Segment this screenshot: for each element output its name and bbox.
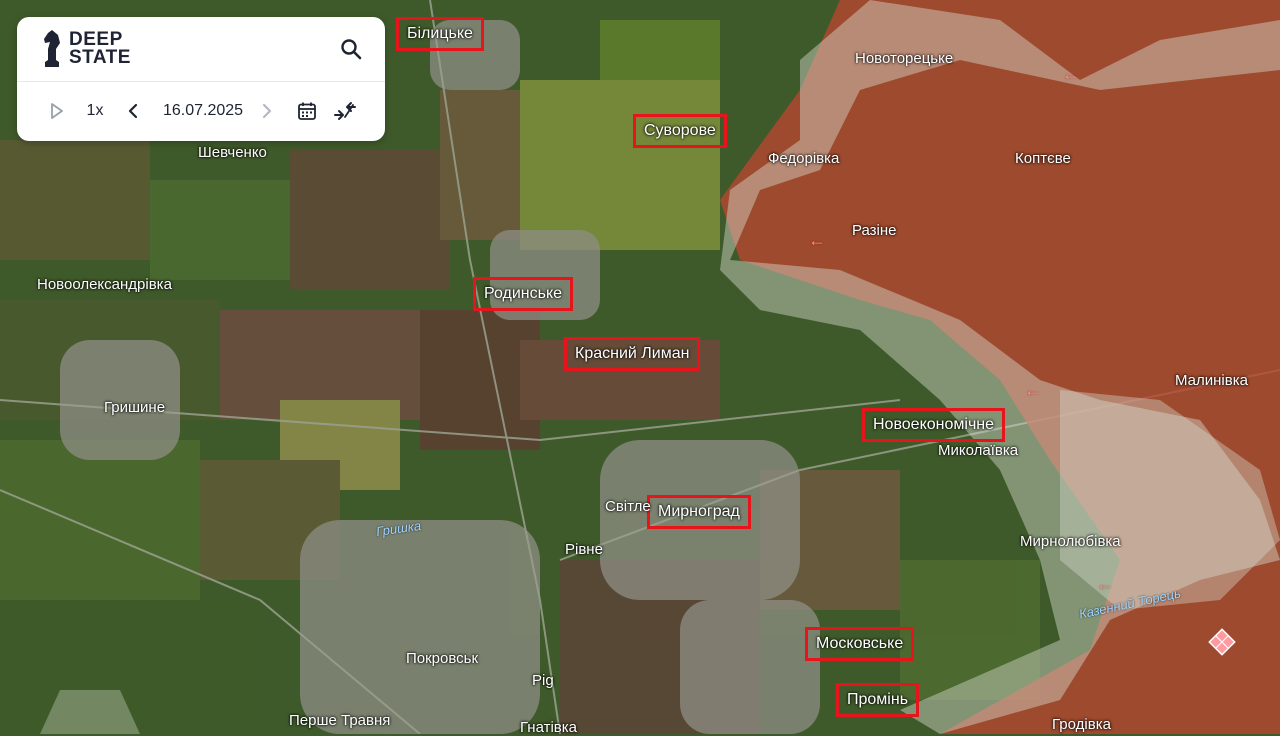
speed-button[interactable]: 1x — [81, 99, 109, 123]
arrow-left-icon: ← — [1062, 64, 1080, 84]
place-label: Гродівка — [1052, 716, 1111, 733]
place-label-myrnohrad: Мирноград — [647, 495, 751, 529]
place-label: Світле — [605, 498, 651, 515]
control-panel: DEEP STATE 1x 16.07.2025 — [17, 17, 385, 141]
place-label: Рівне — [565, 541, 603, 558]
timeline-controls: 1x 16.07.2025 — [17, 91, 385, 131]
place-label-promin: Промінь — [836, 683, 920, 717]
logo-text: DEEP STATE — [69, 30, 131, 68]
place-label: Федорівка — [768, 150, 840, 167]
knight-icon — [44, 30, 60, 67]
play-icon[interactable] — [47, 99, 67, 123]
place-label: Гришине — [104, 399, 166, 416]
place-label: Новоолександрівка — [37, 276, 172, 293]
deepstate-logo[interactable]: DEEP STATE — [41, 29, 131, 69]
place-label: Покровськ — [406, 650, 479, 667]
calendar-icon[interactable] — [296, 99, 318, 123]
place-label-bilytske: Білицьке — [396, 17, 484, 51]
place-label-krasnyi-lyman: Красний Лиман — [564, 337, 701, 371]
place-label: Коптєве — [1015, 150, 1071, 167]
place-label-suvorove: Суворове — [633, 114, 727, 148]
compare-icon[interactable] — [333, 99, 357, 123]
place-label: Разіне — [852, 222, 897, 239]
place-label: Рig — [532, 672, 554, 689]
place-label: Малинівка — [1175, 372, 1248, 389]
place-label: Гнатівка — [520, 719, 577, 736]
place-label: Перше Травня — [289, 712, 391, 729]
place-label-moskovske: Московське — [805, 627, 915, 661]
arrow-left-icon: ← — [1024, 380, 1042, 400]
divider — [17, 81, 385, 82]
place-label: Мирнолюбівка — [1020, 533, 1121, 550]
place-label: Миколаївка — [938, 442, 1019, 459]
search-icon[interactable] — [339, 37, 363, 61]
chevron-left-icon[interactable] — [123, 99, 143, 123]
date-display[interactable]: 16.07.2025 — [157, 99, 249, 123]
place-label-rodynske: Родинське — [473, 277, 574, 311]
arrow-left-icon: ← — [808, 230, 826, 250]
arrow-left-icon: ← — [1096, 574, 1114, 594]
place-label-novoekonomichne: Новоекономічне — [862, 408, 1006, 442]
logo-line-2: STATE — [69, 47, 131, 68]
place-label: Новоторецьке — [855, 50, 954, 67]
chevron-right-icon[interactable] — [257, 99, 277, 123]
place-label: Шевченко — [198, 144, 267, 161]
